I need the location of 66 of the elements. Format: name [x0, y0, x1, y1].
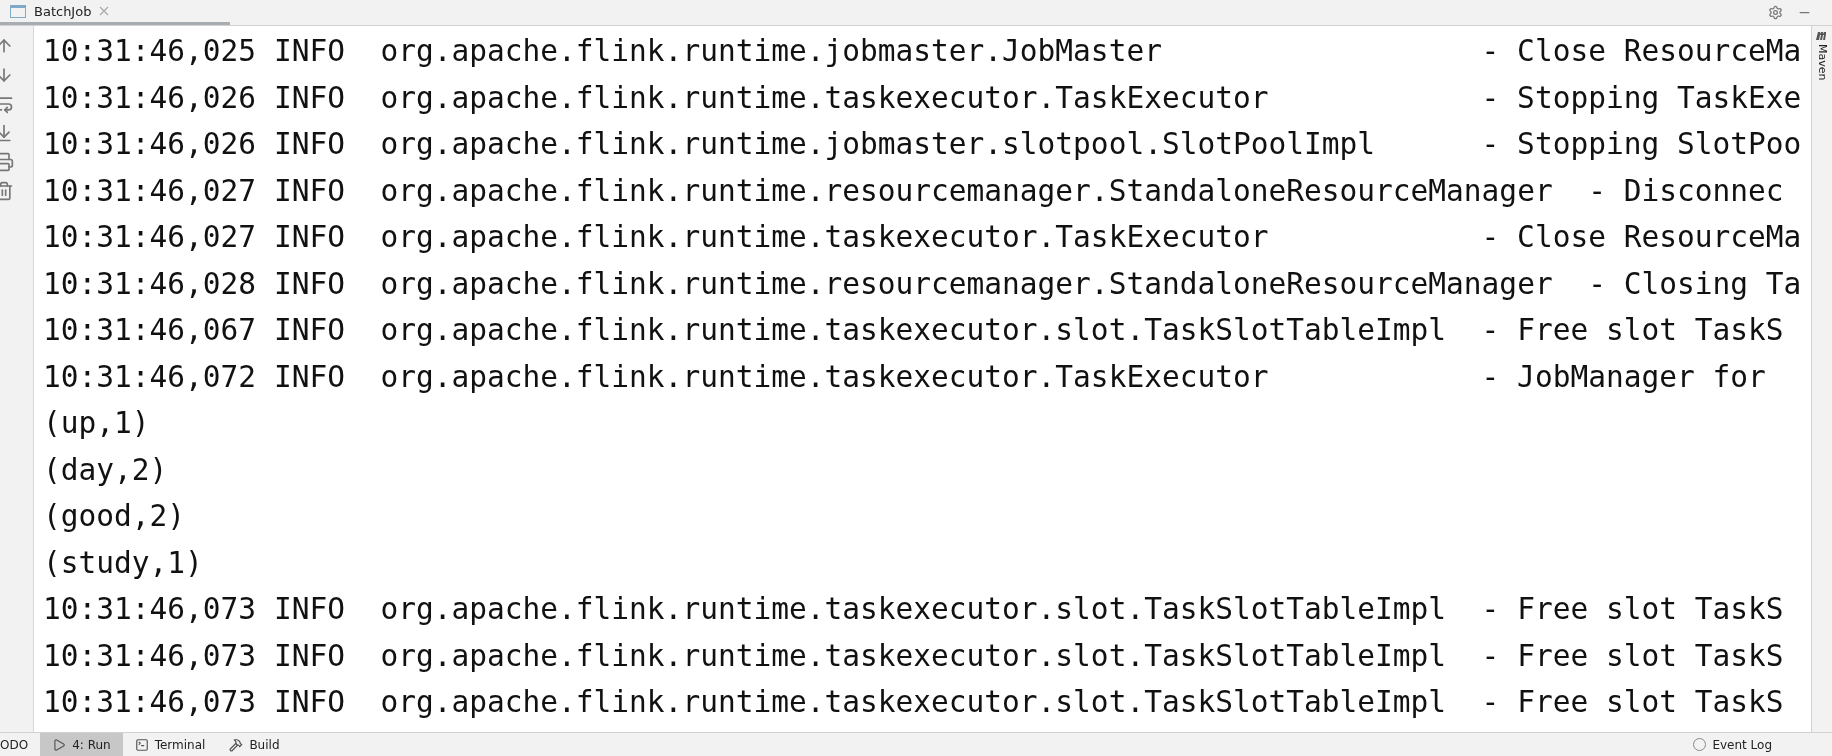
log-logger: org.apache.flink.runtime.taskexecutor.slot.TaskSlotTableImpl — [380, 684, 1447, 721]
log-level: INFO — [273, 591, 346, 628]
log-message: - Stopping SlotPoo — [1481, 126, 1802, 163]
log-logger: org.apache.flink.runtime.resourcemanager.StandaloneResourceManager — [380, 172, 1553, 210]
tool-window-tab[interactable]: Build — [217, 733, 292, 756]
log-level: INFO — [273, 265, 346, 303]
log-level: INFO — [273, 126, 346, 163]
hammer-icon — [229, 737, 244, 752]
soft-wrap-icon[interactable] — [0, 94, 14, 114]
log-logger: org.apache.flink.runtime.taskexecutor.slot.TaskSlotTableImpl — [380, 637, 1447, 675]
log-logger: org.apache.flink.runtime.jobmaster.JobMaster — [380, 33, 1163, 70]
log-logger: org.apache.flink.runtime.taskexecutor.slot.TaskSlotTableImpl — [380, 591, 1447, 628]
log-time: 10:31:46,027 — [43, 219, 257, 256]
log-message: - Free slot TaskS — [1481, 637, 1784, 675]
log-level: INFO — [273, 219, 346, 256]
window-icon — [10, 4, 26, 18]
scroll-to-end-icon[interactable] — [0, 123, 14, 143]
log-time: 10:31:46,072 — [43, 358, 257, 396]
event-log-link[interactable]: Event Log — [1712, 737, 1772, 752]
log-time: 10:31:46,073 — [43, 591, 257, 628]
log-logger: org.apache.flink.runtime.jobmaster.slotpool.SlotPoolImpl — [380, 126, 1377, 163]
log-time: 10:31:46,025 — [43, 33, 257, 70]
log-time: 10:31:46,026 — [43, 126, 257, 163]
log-time: 10:31:46,073 — [43, 637, 257, 675]
log-time: 10:31:46,067 — [43, 312, 257, 349]
output-line: (study,1) — [43, 544, 203, 582]
log-message: - Stopping TaskExe — [1481, 79, 1802, 117]
log-level: INFO — [273, 312, 346, 349]
log-level: INFO — [273, 637, 346, 675]
log-message: - Free slot TaskS — [1481, 684, 1784, 721]
terminal-icon — [134, 737, 149, 752]
log-message: - Free slot TaskS — [1481, 591, 1784, 628]
output-line: (day,2) — [43, 451, 168, 489]
printer-icon[interactable] — [0, 152, 14, 172]
log-logger: org.apache.flink.runtime.taskexecutor.TaskExecutor — [380, 79, 1270, 117]
log-time: 10:31:46,026 — [43, 79, 257, 117]
settings-icon[interactable] — [1768, 5, 1783, 20]
log-logger: org.apache.flink.runtime.taskexecutor.TaskExecutor — [380, 219, 1270, 256]
play-icon — [52, 737, 67, 752]
log-message: - Close ResourceMa — [1481, 33, 1802, 70]
close-icon[interactable] — [99, 6, 110, 16]
log-logger: org.apache.flink.runtime.taskexecutor.slot.TaskSlotTableImpl — [380, 312, 1447, 349]
log-message: - Closing Ta — [1588, 265, 1802, 303]
log-logger: org.apache.flink.runtime.taskexecutor.TaskExecutor — [380, 358, 1270, 396]
tool-window-tab[interactable]: ODO — [0, 733, 41, 756]
log-message: - Free slot TaskS — [1481, 312, 1784, 349]
tool-window-tab[interactable]: Terminal — [122, 733, 218, 756]
editor-tab[interactable]: BatchJob — [0, 0, 230, 25]
log-time: 10:31:46,027 — [43, 172, 257, 210]
log-time: 10:31:46,028 — [43, 265, 257, 303]
log-logger: org.apache.flink.runtime.resourcemanager.StandaloneResourceManager — [380, 265, 1553, 303]
log-level: INFO — [273, 79, 346, 117]
log-level: INFO — [273, 33, 346, 70]
log-level: INFO — [273, 358, 346, 396]
log-message: - JobManager for — [1481, 358, 1766, 396]
log-message: - Close ResourceMa — [1481, 219, 1802, 256]
output-line: (up,1) — [43, 405, 150, 442]
output-line: (good,2) — [43, 498, 186, 535]
maven-tab[interactable]: Maven — [1815, 44, 1829, 81]
tab-title: BatchJob — [34, 3, 92, 19]
log-level: INFO — [273, 684, 346, 721]
log-time: 10:31:46,073 — [43, 684, 257, 721]
log-message: - Disconnec — [1588, 172, 1784, 210]
trash-icon[interactable] — [0, 181, 14, 201]
log-level: INFO — [273, 172, 346, 210]
tool-window-tab[interactable]: 4: Run — [40, 733, 123, 756]
